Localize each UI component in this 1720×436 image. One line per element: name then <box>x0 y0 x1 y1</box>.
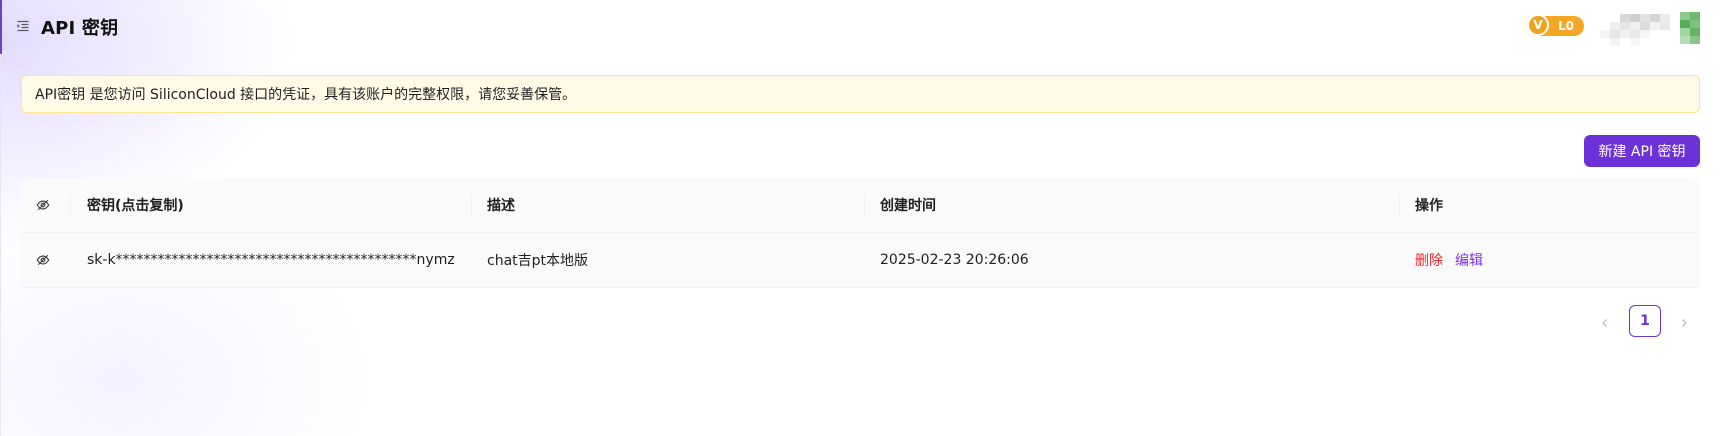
chevron-right-icon <box>1682 319 1687 327</box>
column-header-actions: 操作 <box>1415 198 1443 214</box>
delete-key-link[interactable]: 删除 <box>1415 250 1443 270</box>
pagination-page-1[interactable]: 1 <box>1629 305 1661 337</box>
chevron-left-icon <box>1602 319 1607 327</box>
page-header: API 密钥 V L0 <box>0 0 1720 54</box>
notice-text: API密钥 是您访问 SiliconCloud 接口的凭证，具有该账户的完整权限… <box>35 87 577 103</box>
column-header-description: 描述 <box>487 198 515 214</box>
edit-key-link[interactable]: 编辑 <box>1455 250 1483 270</box>
pagination-next-button[interactable] <box>1668 307 1700 339</box>
row-visibility-cell <box>36 233 50 287</box>
pagination-prev-button[interactable] <box>1589 307 1621 339</box>
vip-mark-icon: V <box>1527 14 1549 36</box>
api-key-value[interactable]: sk-k************************************… <box>87 233 455 287</box>
menu-fold-icon[interactable] <box>17 20 29 32</box>
account-avatar[interactable] <box>1600 12 1710 46</box>
eye-slash-icon[interactable] <box>36 253 50 267</box>
header-visibility-cell <box>36 178 50 232</box>
level-badge[interactable]: V L0 <box>1527 14 1584 36</box>
row-actions: 删除 编辑 <box>1415 233 1483 287</box>
page-title: API 密钥 <box>41 18 119 39</box>
api-key-notice: API密钥 是您访问 SiliconCloud 接口的凭证，具有该账户的完整权限… <box>21 75 1700 113</box>
table-header: 密钥(点击复制) 描述 创建时间 操作 <box>21 178 1700 233</box>
level-label: L0 <box>1558 19 1574 33</box>
column-divider <box>471 195 472 217</box>
column-header-created-at: 创建时间 <box>880 198 936 214</box>
api-keys-page: API 密钥 V L0 API密钥 是您访问 SiliconCloud 接口的凭… <box>0 0 1720 436</box>
eye-slash-icon[interactable] <box>36 198 50 212</box>
api-key-table: 密钥(点击复制) 描述 创建时间 操作 sk-k****************… <box>21 178 1700 288</box>
table-row: sk-k************************************… <box>21 233 1700 288</box>
column-header-key: 密钥(点击复制) <box>87 198 184 214</box>
api-key-description: chat吉pt本地版 <box>487 253 589 269</box>
column-divider <box>70 195 71 217</box>
sidebar-edge <box>0 0 1 436</box>
column-divider <box>1399 195 1400 217</box>
create-api-key-button[interactable]: 新建 API 密钥 <box>1584 135 1700 167</box>
column-divider <box>864 195 865 217</box>
api-key-created-at: 2025-02-23 20:26:06 <box>880 252 1029 268</box>
